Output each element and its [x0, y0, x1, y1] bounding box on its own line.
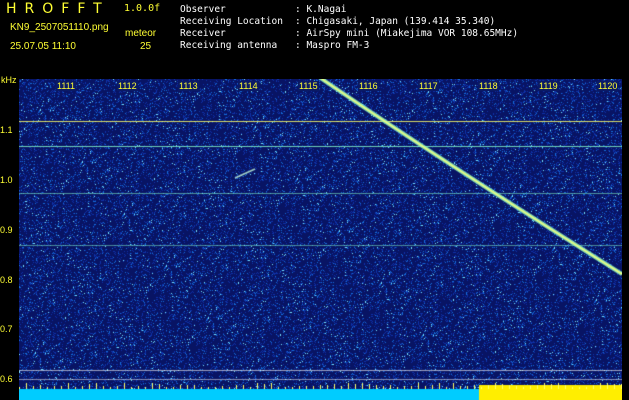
x-tick-label: 1116 [358, 81, 379, 91]
info-label-receiver: Receiver [180, 28, 226, 39]
meteor-label: meteor [125, 28, 157, 39]
y-tick-label: 0.8 [0, 275, 13, 285]
info-value-antenna: : Maspro FM-3 [295, 40, 370, 51]
y-tick-label: 1.0 [0, 175, 13, 185]
y-axis: 1.1 1.0 0.9 0.8 0.7 0.6 [0, 75, 19, 400]
y-tick-label: 1.1 [0, 125, 13, 135]
meteor-count: 25 [140, 41, 152, 52]
x-tick-label: 1112 [117, 81, 138, 91]
app-logo: HROFFT [6, 1, 110, 17]
header: HROFFT 1.0.0f KN9_2507051110.png meteor … [0, 0, 629, 75]
y-tick-label: 0.6 [0, 374, 13, 384]
x-tick-label: 1114 [238, 81, 259, 91]
x-tick-label: 1115 [298, 81, 319, 91]
x-tick-label: 1119 [538, 81, 559, 91]
info-label-observer: Observer [180, 4, 226, 15]
spectrogram-plot[interactable] [19, 79, 622, 400]
timestamp-label: 25.07.05 11:10 [10, 41, 76, 52]
info-value-receiver: : AirSpy mini (Miakejima VOR 108.65MHz) [295, 28, 519, 39]
filename-label: KN9_2507051110.png [10, 22, 109, 33]
x-tick-label: 1118 [478, 81, 499, 91]
info-value-location: : Chigasaki, Japan (139.414 35.340) [295, 16, 496, 27]
y-tick-label: 0.9 [0, 225, 13, 235]
x-tick-label: 1117 [418, 81, 439, 91]
x-tick-label: 1120 [597, 81, 619, 91]
y-tick-label: 0.7 [0, 324, 13, 334]
x-tick-label: 1113 [178, 81, 199, 91]
info-label-location: Receiving Location [180, 16, 283, 27]
info-value-observer: : K.Nagai [295, 4, 347, 15]
x-tick-label: 1111 [56, 81, 77, 91]
info-label-antenna: Receiving antenna [180, 40, 278, 51]
version-label: 1.0.0f [124, 3, 161, 14]
